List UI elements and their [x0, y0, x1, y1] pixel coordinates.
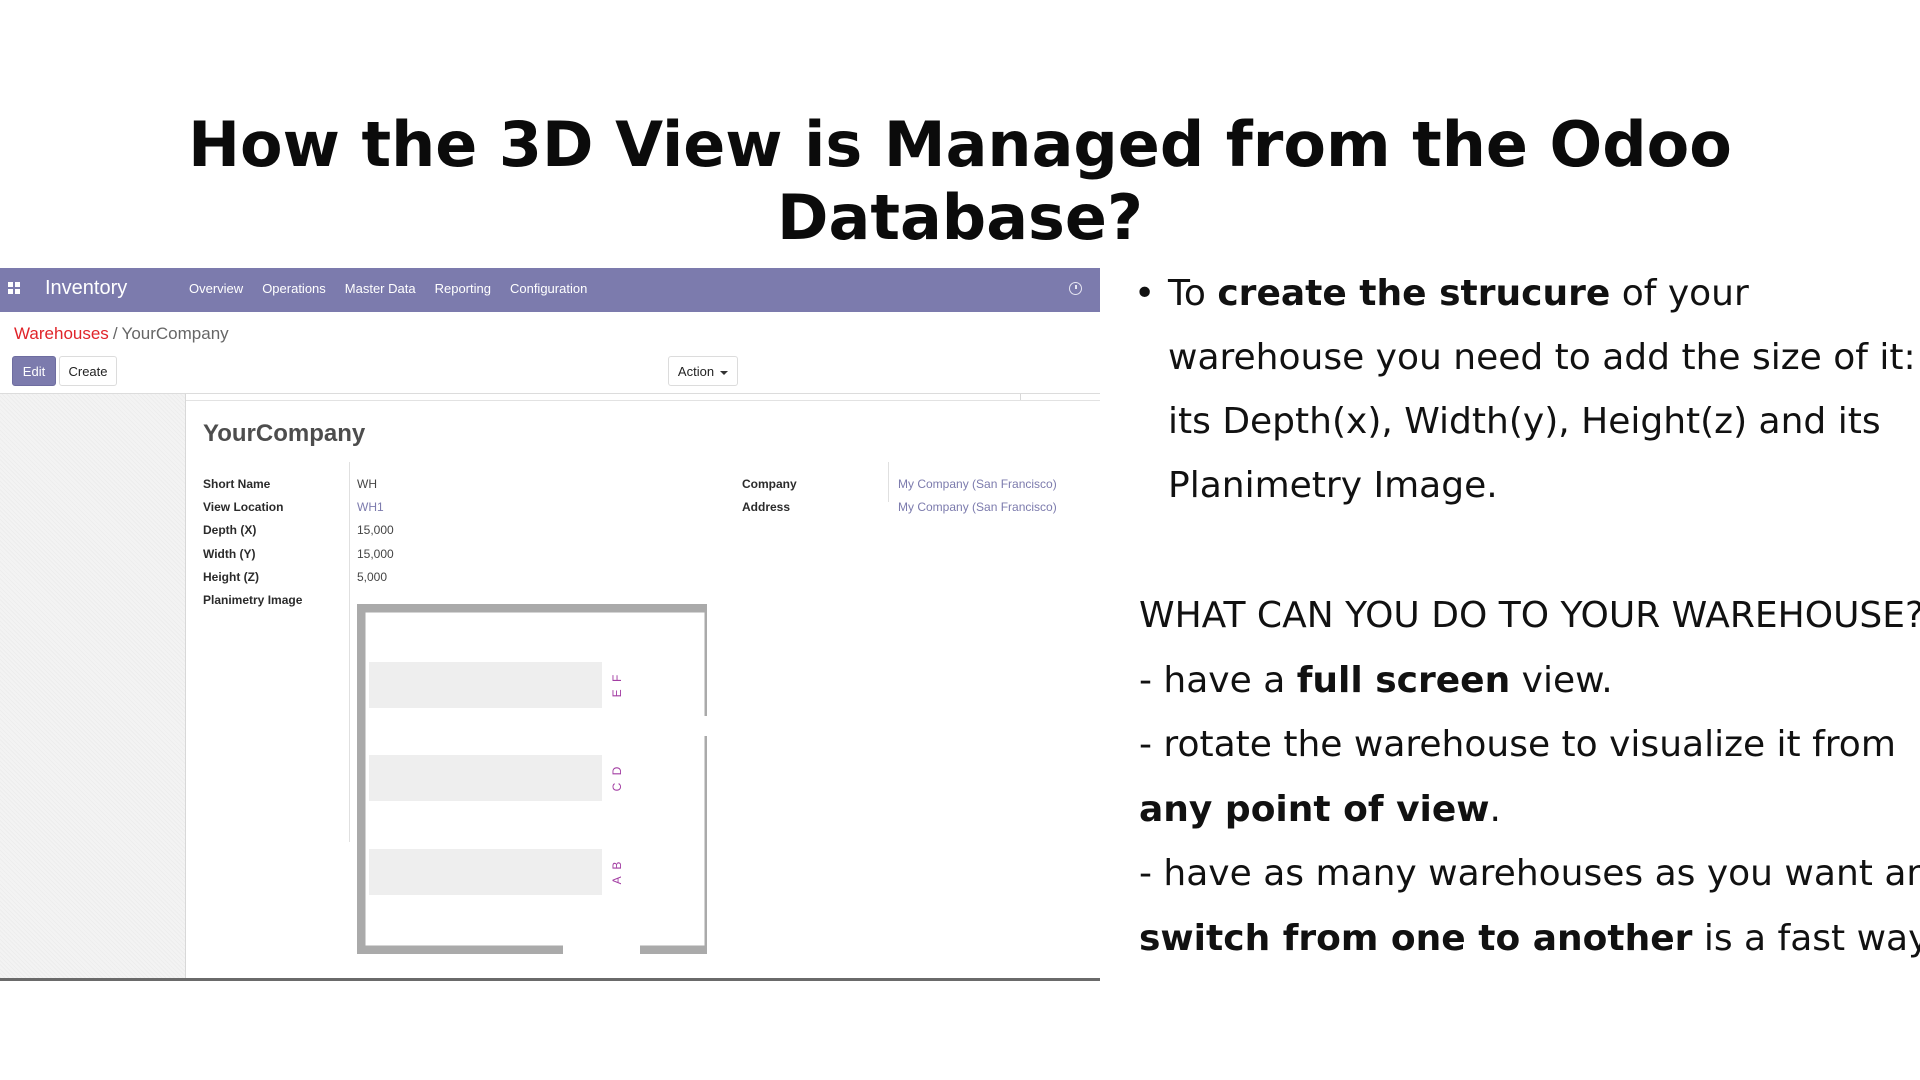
- action-label: Action: [677, 364, 715, 379]
- depth-value: 15,000: [357, 523, 394, 537]
- capabilities-list: WHAT CAN YOU DO TO YOUR WAREHOUSE? - hav…: [1139, 584, 1920, 971]
- bullet-line-2: warehouse you need to add the size of it…: [1168, 337, 1916, 378]
- height-value: 5,000: [357, 570, 388, 584]
- right-label-column-divider: [888, 462, 889, 502]
- item-switch-line-2: switch from one to another is a fast way…: [1139, 917, 1920, 959]
- width-label: Width (Y): [203, 547, 256, 561]
- address-link[interactable]: My Company (San Francisco): [898, 500, 1057, 514]
- shelf-ab: [369, 849, 602, 895]
- sheet-divider: [186, 400, 1100, 401]
- structure-bullet: • To create the strucure of your warehou…: [1134, 262, 1918, 518]
- bullet-line-4: Planimetry Image.: [1168, 465, 1498, 506]
- shelf-label-ab: A B: [610, 860, 624, 885]
- capabilities-heading: WHAT CAN YOU DO TO YOUR WAREHOUSE?: [1139, 595, 1920, 636]
- breadcrumb-separator: /: [112, 324, 118, 343]
- breadcrumb-warehouses[interactable]: Warehouses: [14, 324, 109, 343]
- address-label: Address: [742, 500, 791, 514]
- odoo-screenshot: Inventory Overview Operations Master Dat…: [0, 268, 1100, 981]
- sheet-tick: [1020, 394, 1021, 400]
- apps-grid-icon[interactable]: [8, 282, 20, 294]
- menu-master-data[interactable]: Master Data: [345, 281, 416, 296]
- form-sheet: YourCompany Short Name WH View Location …: [185, 394, 1100, 978]
- bullet-line-1: To create the strucure of your: [1168, 273, 1749, 314]
- menu-operations[interactable]: Operations: [262, 281, 326, 296]
- view-location-link[interactable]: WH1: [357, 500, 384, 514]
- caret-down-icon: [720, 370, 729, 375]
- short-name-label: Short Name: [203, 477, 271, 491]
- height-label: Height (Z): [203, 570, 259, 584]
- company-label: Company: [742, 477, 797, 491]
- action-dropdown[interactable]: Action: [668, 356, 738, 386]
- item-full-screen: - have a full screen view.: [1139, 659, 1613, 701]
- edit-button[interactable]: Edit: [12, 356, 56, 386]
- odoo-navbar: Inventory Overview Operations Master Dat…: [0, 268, 1100, 312]
- bullet-line-3: its Depth(x), Width(y), Height(z) and it…: [1168, 401, 1881, 442]
- depth-label: Depth (X): [203, 523, 257, 537]
- company-link[interactable]: My Company (San Francisco): [898, 477, 1057, 491]
- main-menu: Overview Operations Master Data Reportin…: [189, 281, 587, 296]
- item-rotate-line-2: any point of view.: [1139, 788, 1501, 830]
- width-value: 15,000: [357, 547, 394, 561]
- bullet-bold: create the strucure: [1217, 273, 1611, 314]
- slide-title: How the 3D View is Managed from the Odoo…: [188, 108, 1732, 254]
- short-name-value: WH: [357, 477, 377, 491]
- app-name[interactable]: Inventory: [45, 277, 127, 300]
- bullet-dot: •: [1134, 273, 1156, 314]
- shelf-label-cd: C D: [610, 765, 624, 792]
- item-switch-line-1: - have as many warehouses as you want an…: [1139, 853, 1920, 894]
- activity-clock-icon[interactable]: [1069, 282, 1082, 295]
- planimetry-label: Planimetry Image: [203, 593, 303, 607]
- record-title: YourCompany: [203, 420, 366, 447]
- form-background: [0, 394, 185, 978]
- menu-configuration[interactable]: Configuration: [510, 281, 587, 296]
- planimetry-image: E F C D A B: [357, 604, 707, 954]
- shelf-label-ef: E F: [610, 673, 624, 698]
- label-column-divider: [349, 462, 350, 842]
- breadcrumb: Warehouses / YourCompany: [14, 324, 229, 344]
- create-button[interactable]: Create: [59, 356, 117, 386]
- view-location-label: View Location: [203, 500, 284, 514]
- shelf-ef: [369, 662, 602, 708]
- breadcrumb-current: YourCompany: [121, 324, 229, 343]
- shelf-cd: [369, 755, 602, 801]
- item-rotate-line-1: - rotate the warehouse to visualize it f…: [1139, 724, 1896, 765]
- menu-overview[interactable]: Overview: [189, 281, 243, 296]
- menu-reporting[interactable]: Reporting: [435, 281, 491, 296]
